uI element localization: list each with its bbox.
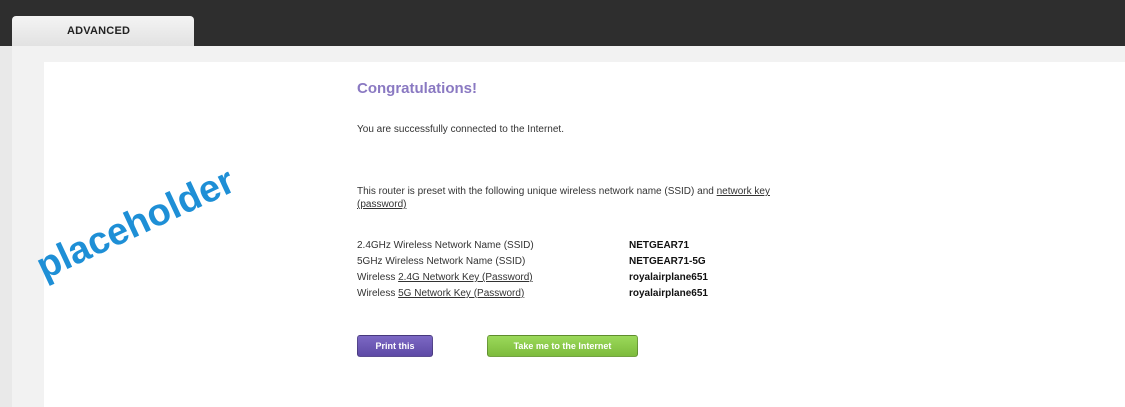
ssid-5g-row: 5GHz Wireless Network Name (SSID) NETGEA… <box>357 256 857 270</box>
tab-advanced[interactable]: ADVANCED <box>12 16 194 46</box>
page-title: Congratulations! <box>357 80 477 97</box>
key-24-row: Wireless 2.4G Network Key (Password) roy… <box>357 272 857 286</box>
network-key-link[interactable]: network key <box>717 186 770 197</box>
key-24-label-prefix: Wireless <box>357 272 399 283</box>
key-5g-link[interactable]: 5G Network Key (Password) <box>398 288 524 299</box>
preset-description-line2: (password) <box>357 199 406 210</box>
key-24-link[interactable]: 2.4G Network Key (Password) <box>398 272 533 283</box>
tab-advanced-label: ADVANCED <box>67 25 131 37</box>
password-link[interactable]: (password) <box>357 199 406 210</box>
take-me-to-internet-button[interactable]: Take me to the Internet <box>487 335 638 357</box>
key-5g-label-prefix: Wireless <box>357 288 399 299</box>
print-button[interactable]: Print this <box>357 335 433 357</box>
ssid-24-row: 2.4GHz Wireless Network Name (SSID) NETG… <box>357 240 857 254</box>
router-setup-page: ADVANCED Congratulations! You are succes… <box>0 0 1125 407</box>
ssid-24-value: NETGEAR71 <box>629 240 690 251</box>
preset-description: This router is preset with the following… <box>357 186 770 197</box>
key-24-label: Wireless 2.4G Network Key (Password) <box>357 272 533 283</box>
key-5g-value: royalairplane651 <box>629 288 708 299</box>
key-24-value: royalairplane651 <box>629 272 708 283</box>
ssid-24-label: 2.4GHz Wireless Network Name (SSID) <box>357 240 534 251</box>
ssid-5g-label: 5GHz Wireless Network Name (SSID) <box>357 256 526 267</box>
key-5g-row: Wireless 5G Network Key (Password) royal… <box>357 288 857 302</box>
success-message: You are successfully connected to the In… <box>357 124 564 135</box>
left-rail <box>0 46 12 407</box>
ssid-5g-value: NETGEAR71-5G <box>629 256 706 267</box>
preset-description-text: This router is preset with the following… <box>357 186 717 197</box>
key-5g-label: Wireless 5G Network Key (Password) <box>357 288 524 299</box>
